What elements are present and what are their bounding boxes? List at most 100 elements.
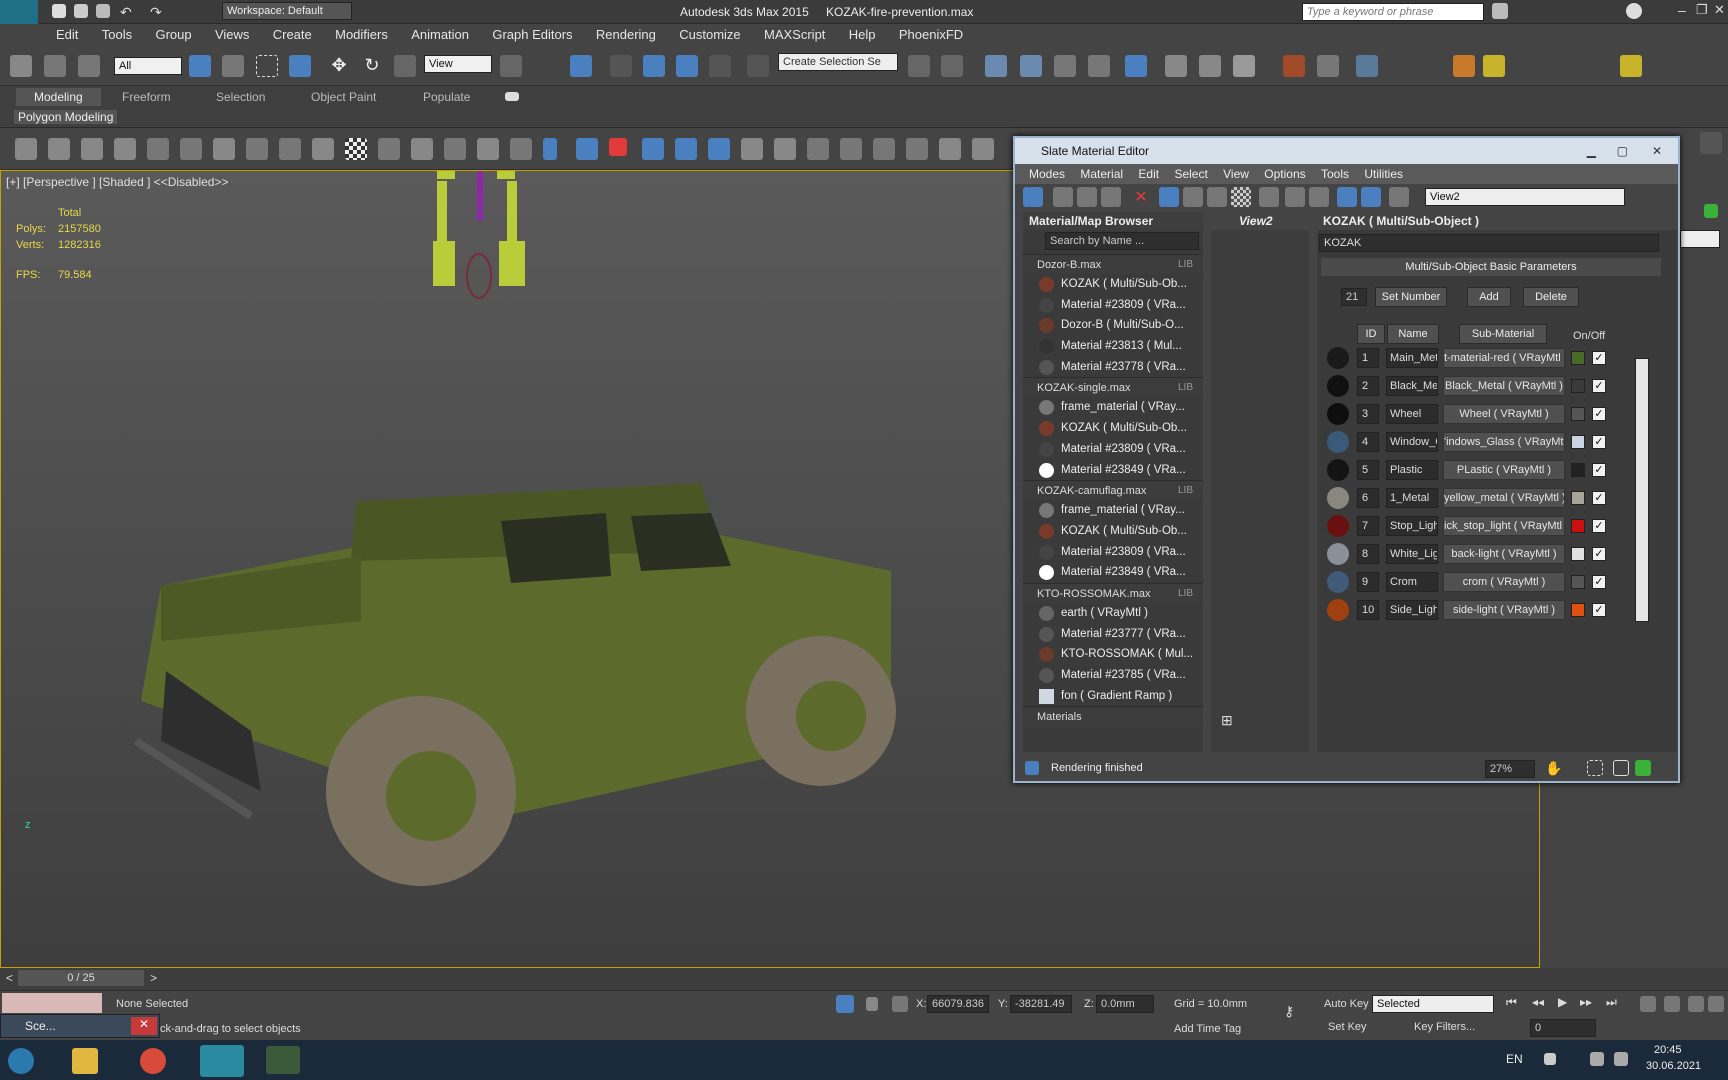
cylinder-icon[interactable] [543,138,557,160]
timeline-next-icon[interactable]: > [150,971,157,985]
workspace-dropdown[interactable]: Workspace: Default [222,2,352,20]
header-sub-material[interactable]: Sub-Material [1459,324,1547,344]
move-icon[interactable]: ✥ [328,55,350,77]
sme-close-button[interactable]: ✕ [1652,138,1662,164]
teapot-render-icon[interactable] [1620,55,1642,77]
snap-toggle-icon[interactable] [610,55,632,77]
sme-menu-utilities[interactable]: Utilities [1358,164,1409,184]
reference-coordinate-dropdown[interactable]: View [424,55,492,73]
key-mode-dropdown[interactable]: Selected [1372,995,1494,1013]
sme-menu-view[interactable]: View [1217,164,1255,184]
tool-icon-8[interactable] [246,138,268,160]
row-color-swatch[interactable] [1571,407,1585,421]
sun-icon[interactable] [1453,55,1475,77]
browser-item[interactable]: Material #23785 ( VRa... [1023,665,1203,686]
y-coordinate-field[interactable]: -38281.49 [1010,995,1072,1013]
row-onoff-checkbox[interactable]: ✓ [1592,435,1606,449]
plane-icon[interactable] [675,138,697,160]
browser-item[interactable]: Material #23809 ( VRa... [1023,542,1203,563]
set-number-button[interactable]: Set Number [1375,287,1447,307]
scene-close-icon[interactable]: ✕ [131,1017,157,1035]
network-icon[interactable] [1590,1052,1604,1066]
tool-icon-1[interactable] [15,138,37,160]
menu-modifiers[interactable]: Modifiers [325,24,398,46]
tool-icon-12[interactable] [378,138,400,160]
row-color-swatch[interactable] [1571,379,1585,393]
search-input[interactable]: Type a keyword or phrase [1302,3,1484,21]
tube-icon[interactable] [576,138,598,160]
minimize-button[interactable]: – [1678,2,1686,18]
select-object-icon[interactable] [189,55,211,77]
row-onoff-checkbox[interactable]: ✓ [1592,603,1606,617]
command-panel-icon[interactable] [1700,132,1722,154]
tool-icon-27[interactable] [873,138,895,160]
tool-icon-14[interactable] [444,138,466,160]
browser-group-dozor[interactable]: Dozor-B.max LIB [1023,254,1203,274]
tool-icon-16[interactable] [510,138,532,160]
row-sub-material-button[interactable]: Black_Metal ( VRayMtl ) [1443,376,1565,396]
menu-group[interactable]: Group [145,24,201,46]
menu-graph-editors[interactable]: Graph Editors [482,24,582,46]
tab-modeling[interactable]: Modeling [16,88,101,106]
tool-icon-13[interactable] [411,138,433,160]
row-sub-material-button[interactable]: back-light ( VRayMtl ) [1443,544,1565,564]
row-color-swatch[interactable] [1571,519,1585,533]
particles-icon[interactable] [1356,55,1378,77]
pivot-icon[interactable] [500,55,522,77]
row-name[interactable]: Window_G [1386,432,1438,452]
link-icon[interactable] [10,55,32,77]
menu-rendering[interactable]: Rendering [586,24,666,46]
menu-views[interactable]: Views [205,24,259,46]
color-swatch-icon[interactable] [1704,204,1718,218]
row-color-swatch[interactable] [1571,351,1585,365]
browser-group-kozak-camuflag[interactable]: KOZAK-camuflag.max LIB [1023,480,1203,501]
row-name[interactable]: Side_Light [1386,600,1438,620]
browser-item[interactable]: Material #23813 ( Mul... [1023,336,1203,357]
browser-item[interactable]: Material #23849 ( VRa... [1023,562,1203,583]
sme-assign-icon[interactable] [1101,187,1121,207]
ribbon-options-icon[interactable] [505,92,519,101]
help-icon[interactable] [1626,3,1642,19]
rectangle-selection-icon[interactable] [256,55,278,77]
pan-icon[interactable]: ✋ [1545,760,1562,776]
open-file-icon[interactable] [74,4,88,18]
browser-item[interactable]: KOZAK ( Multi/Sub-Ob... [1023,418,1203,439]
set-key-button[interactable]: Set Key [1328,1021,1367,1033]
sub-material-row[interactable]: 4 Window_G 'indows_Glass ( VRayMtl ) ✓ [1327,430,1647,456]
maximize-viewport-icon[interactable] [1708,996,1724,1012]
rollout-header[interactable]: Multi/Sub-Object Basic Parameters [1321,258,1661,276]
row-name[interactable]: 1_Metal [1386,488,1438,508]
row-color-swatch[interactable] [1571,547,1585,561]
row-sub-material-button[interactable]: 'indows_Glass ( VRayMtl ) [1443,432,1565,452]
window-crossing-icon[interactable] [289,55,311,77]
clock-time[interactable]: 20:45 [1654,1044,1682,1056]
sub-material-row[interactable]: 10 Side_Light side-light ( VRayMtl ) ✓ [1327,598,1647,624]
row-name[interactable]: Wheel [1386,404,1438,424]
zoom-region-icon[interactable] [1587,760,1603,776]
sme-view-dropdown[interactable]: View2 [1425,188,1625,206]
angle-snap-icon[interactable] [643,55,665,77]
menu-maxscript[interactable]: MAXScript [754,24,835,46]
key-filters-button[interactable]: Key Filters... [1414,1021,1475,1033]
auto-key-button[interactable]: Auto Key [1324,998,1369,1010]
row-sub-material-button[interactable]: yellow_metal ( VRayMtl ) [1443,488,1565,508]
sme-params-toggle-icon[interactable] [1361,187,1381,207]
tool-icon-10[interactable] [312,138,334,160]
absolute-mode-icon[interactable] [892,996,908,1012]
z-coordinate-field[interactable]: 0.0mm [1096,995,1154,1013]
sme-put-icon[interactable] [1077,187,1097,207]
add-button[interactable]: Add [1467,287,1511,307]
tool-icon-29[interactable] [939,138,961,160]
menu-help[interactable]: Help [839,24,886,46]
goto-end-icon[interactable]: ⏭ [1606,995,1617,1010]
windows-start-icon[interactable] [8,1048,34,1074]
row-onoff-checkbox[interactable]: ✓ [1592,519,1606,533]
sub-material-row[interactable]: 3 Wheel Wheel ( VRayMtl ) ✓ [1327,402,1647,428]
orbit-viewport-icon[interactable] [1688,996,1704,1012]
x-coordinate-field[interactable]: 66079.836 [927,995,989,1013]
row-onoff-checkbox[interactable]: ✓ [1592,351,1606,365]
row-name[interactable]: Crom [1386,572,1438,592]
scene-explorer-icon[interactable] [1020,55,1042,77]
undo-icon[interactable]: ↶ [120,4,134,20]
row-sub-material-button[interactable]: PLastic ( VRayMtl ) [1443,460,1565,480]
